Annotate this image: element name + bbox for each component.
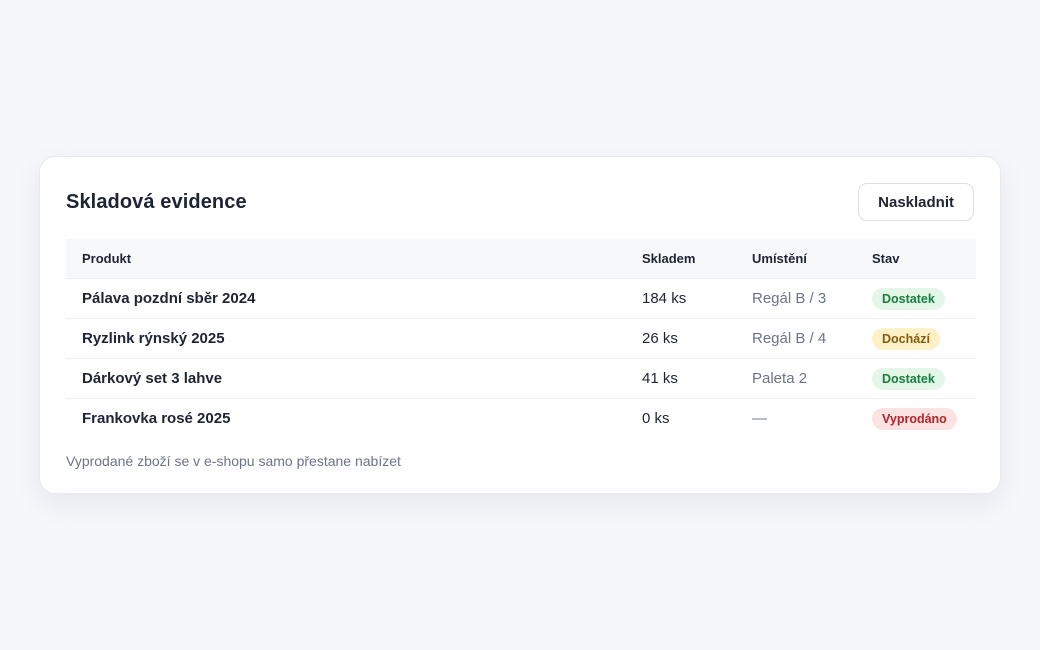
product-name: Pálava pozdní sběr 2024 (66, 278, 626, 319)
storage-location: Paleta 2 (736, 358, 856, 399)
status-cell: Dochází (856, 318, 976, 359)
product-name: Ryzlink rýnský 2025 (66, 318, 626, 359)
status-badge: Dostatek (872, 367, 945, 390)
product-name: Frankovka rosé 2025 (82, 410, 231, 427)
table-row[interactable]: Dárkový set 3 lahve 41 ks Paleta 2 Dosta… (66, 358, 976, 399)
table-row[interactable]: Pálava pozdní sběr 2024 184 ks Regál B /… (66, 278, 976, 319)
stock-quantity: 26 ks (626, 318, 736, 359)
status-cell: Dostatek (856, 278, 976, 319)
status-badge: Dochází (872, 327, 940, 350)
status-cell: Dostatek (856, 358, 976, 399)
product-name: Dárkový set 3 lahve (66, 358, 626, 399)
footnote-text: Vyprodané zboží se v e-shopu samo přesta… (66, 453, 401, 469)
restock-button[interactable]: Naskladnit (858, 183, 974, 221)
column-header-stock: Skladem (626, 239, 736, 279)
table-row[interactable]: Frankovka rosé 2025 0 ks — Vyprodáno (66, 399, 976, 439)
status-badge: Dostatek (872, 287, 945, 310)
column-header-location: Umístění (736, 239, 856, 279)
status-badge: Vyprodáno (872, 407, 957, 430)
card-header: Skladová evidence Naskladnit (66, 183, 974, 221)
status-cell: Vyprodáno (856, 399, 976, 439)
storage-location: Regál B / 3 (736, 278, 856, 319)
stock-quantity: 184 ks (626, 278, 736, 319)
stock-quantity: 0 ks (642, 410, 670, 427)
stock-quantity: 41 ks (626, 358, 736, 399)
table-header-row: Produkt Skladem Umístění Stav (66, 239, 976, 279)
storage-location: Regál B / 4 (736, 318, 856, 359)
inventory-card: Skladová evidence Naskladnit Produkt Skl… (39, 156, 1001, 494)
page-title: Skladová evidence (66, 190, 247, 213)
inventory-table: Produkt Skladem Umístění Stav Pálava poz… (66, 239, 976, 438)
table-row[interactable]: Ryzlink rýnský 2025 26 ks Regál B / 4 Do… (66, 318, 976, 359)
storage-location: — (752, 410, 767, 427)
column-header-status: Stav (856, 239, 976, 279)
column-header-product: Produkt (66, 239, 626, 279)
